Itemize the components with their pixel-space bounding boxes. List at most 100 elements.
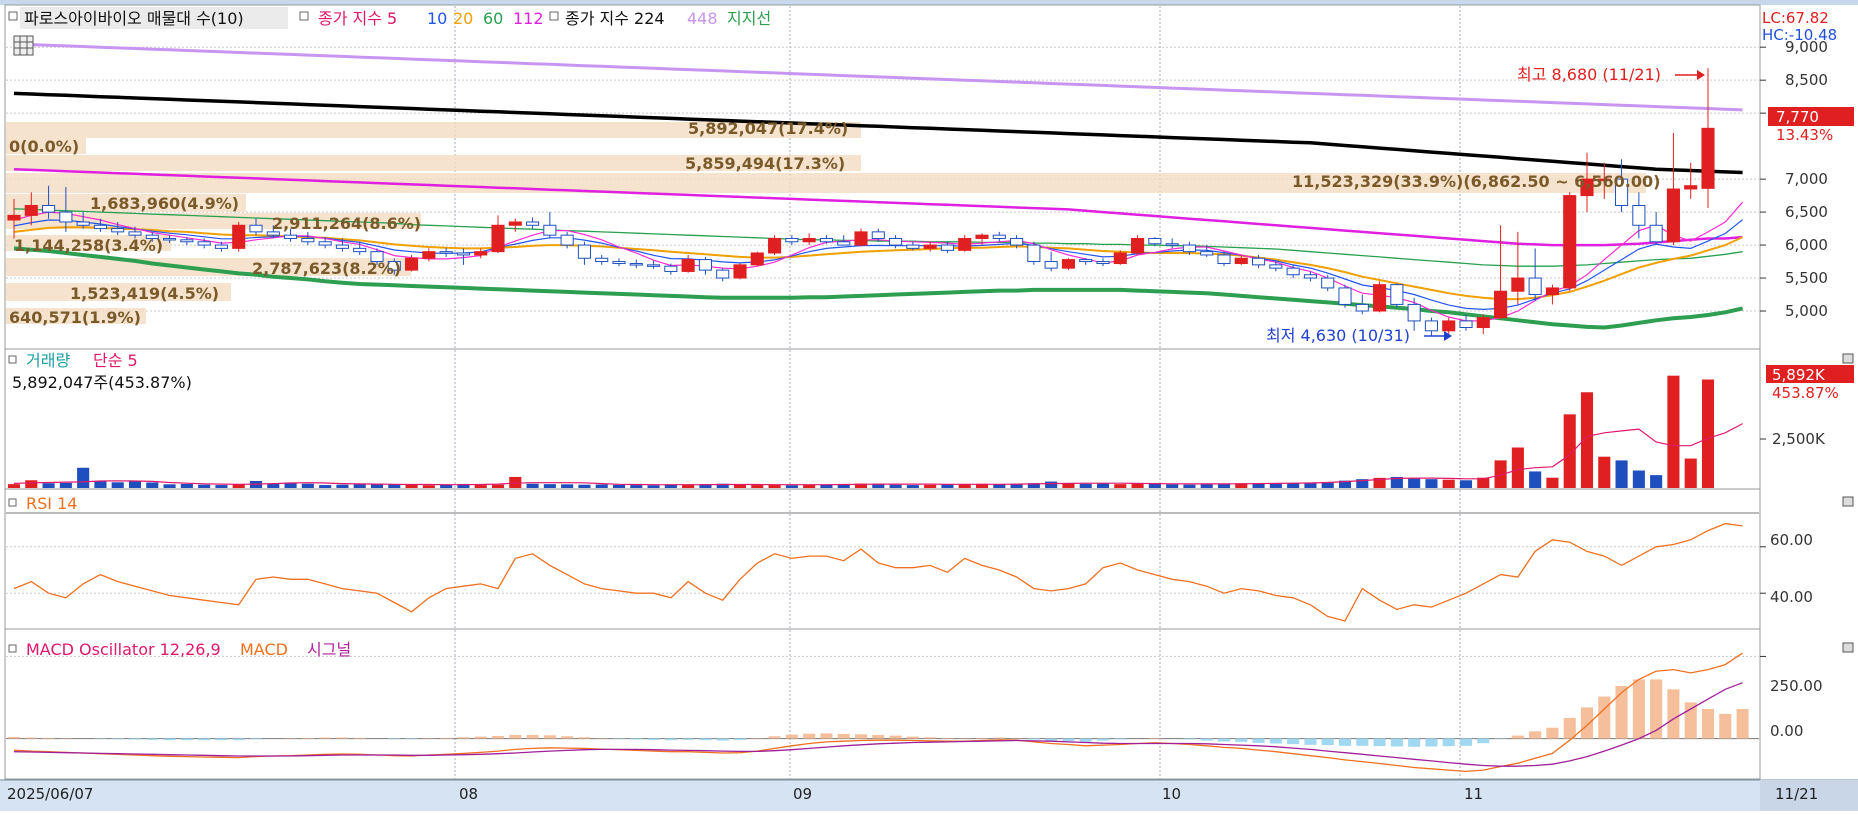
- macd-osc-bar: [1339, 739, 1351, 746]
- candle-body: [527, 222, 539, 225]
- candle-body: [890, 238, 902, 245]
- volume-bar: [1218, 484, 1230, 488]
- candle-body: [648, 265, 660, 267]
- macd-osc-bar: [354, 738, 366, 739]
- candle-body: [1287, 268, 1299, 275]
- macd-osc-bar: [1737, 709, 1749, 739]
- ma60-label: 60: [483, 9, 503, 28]
- low-annotation-text: 최저 4,630 (10/31): [1266, 326, 1410, 345]
- volume-bar: [25, 480, 37, 488]
- macd-osc-bar: [25, 738, 37, 739]
- collapse-icon[interactable]: [1843, 497, 1853, 506]
- price-tick-label: 7,000: [1785, 170, 1828, 188]
- candle-body: [786, 238, 798, 241]
- volume-bar: [527, 484, 539, 488]
- macd-osc-bar: [544, 735, 556, 738]
- candle-body: [803, 238, 815, 241]
- macd-osc-bar: [1408, 739, 1420, 747]
- volume-bar: [406, 485, 418, 488]
- stock-name: 파로스아이바이오 매물대 수(10): [24, 9, 244, 28]
- volume-bar: [993, 485, 1005, 488]
- volume-bar: [578, 485, 590, 488]
- collapse-icon[interactable]: [1843, 354, 1853, 363]
- price-tick-label: 5,000: [1785, 302, 1828, 320]
- macd-osc-bar: [838, 734, 850, 739]
- macd-osc-bar: [1253, 739, 1265, 743]
- candle-body: [561, 235, 573, 245]
- x-axis-bar: [0, 780, 1858, 811]
- candle-body: [25, 205, 37, 215]
- macd-osc-bar: [786, 735, 798, 739]
- macd-osc-bar: [1633, 679, 1645, 738]
- macd-tick-0: 0.00: [1770, 722, 1803, 740]
- volume-bar: [509, 477, 521, 488]
- x-label-aug: 08: [459, 785, 478, 803]
- macd-osc-bar: [717, 739, 729, 741]
- macd-osc-bar: [1529, 731, 1541, 738]
- candle-body: [1477, 318, 1489, 328]
- macd-osc-bar: [1114, 739, 1126, 740]
- macd-osc-bar: [250, 739, 262, 740]
- volume-bar: [164, 484, 176, 488]
- candle-body: [717, 270, 729, 278]
- x-label-oct: 10: [1162, 785, 1181, 803]
- candle-body: [43, 205, 55, 212]
- candle-body: [907, 245, 919, 248]
- volume-bar: [1166, 484, 1178, 488]
- chart-window: 5,892,047(17.4%)5,859,494(17.3%)11,523,3…: [0, 0, 1858, 811]
- chart-canvas[interactable]: 5,892,047(17.4%)5,859,494(17.3%)11,523,3…: [0, 0, 1858, 811]
- volume-bar: [1080, 484, 1092, 488]
- macd-osc-bar: [406, 739, 418, 740]
- macd-osc-bar: [1616, 686, 1628, 739]
- table-icon[interactable]: [14, 36, 33, 55]
- volume-profile-label: 0(0.0%): [9, 137, 79, 156]
- x-label-jun: 2025/06/07: [7, 785, 93, 803]
- collapse-icon[interactable]: [1843, 643, 1853, 652]
- macd-osc-title: MACD Oscillator 12,26,9: [26, 640, 221, 659]
- volume-bar: [60, 483, 72, 488]
- volume-bar: [907, 485, 919, 488]
- candle-body: [1564, 196, 1576, 288]
- volume-bar: [423, 485, 435, 488]
- volume-bar: [613, 485, 625, 488]
- candle-body: [423, 252, 435, 259]
- candle-body: [1425, 321, 1437, 331]
- volume-bar: [8, 484, 20, 488]
- x-label-sep: 09: [793, 785, 812, 803]
- candle-body: [1512, 278, 1524, 291]
- candle-body: [1253, 258, 1265, 265]
- candle-body: [1702, 128, 1714, 188]
- macd-osc-bar: [1062, 739, 1074, 742]
- candle-body: [1322, 278, 1334, 288]
- macd-osc-bar: [509, 735, 521, 739]
- rsi-tick-40: 40.00: [1770, 588, 1813, 606]
- macd-osc-bar: [1564, 718, 1576, 739]
- x-label-end: 11/21: [1775, 785, 1818, 803]
- macd-osc-bar: [1097, 739, 1109, 741]
- macd-osc-bar: [146, 739, 158, 740]
- volume-badge-pct: 453.87%: [1772, 384, 1839, 402]
- volume-bar: [492, 485, 504, 488]
- lc-value: LC:67.82: [1762, 9, 1829, 27]
- macd-osc-bar: [630, 739, 642, 740]
- volume-bar: [112, 482, 124, 488]
- candle-body: [1270, 265, 1282, 268]
- rsi-tick-60: 60.00: [1770, 531, 1813, 549]
- volume-bar: [43, 483, 55, 488]
- volume-bar: [734, 485, 746, 488]
- ma20-label: 20: [453, 9, 473, 28]
- macd-osc-bar: [1598, 697, 1610, 739]
- volume-profile-label: 640,571(1.9%): [9, 308, 141, 327]
- macd-title: MACD: [240, 640, 288, 659]
- candle-body: [855, 232, 867, 245]
- price-tick-label: 6,500: [1785, 203, 1828, 221]
- candle-body: [1045, 262, 1057, 269]
- candle-body: [1080, 260, 1092, 262]
- volume-bar: [1512, 447, 1524, 488]
- macd-osc-bar: [682, 739, 694, 740]
- price-tick-label: 9,000: [1785, 38, 1828, 56]
- candle-body: [94, 225, 106, 228]
- volume-bar: [941, 485, 953, 488]
- macd-osc-bar: [803, 734, 815, 739]
- volume-bar: [146, 482, 158, 488]
